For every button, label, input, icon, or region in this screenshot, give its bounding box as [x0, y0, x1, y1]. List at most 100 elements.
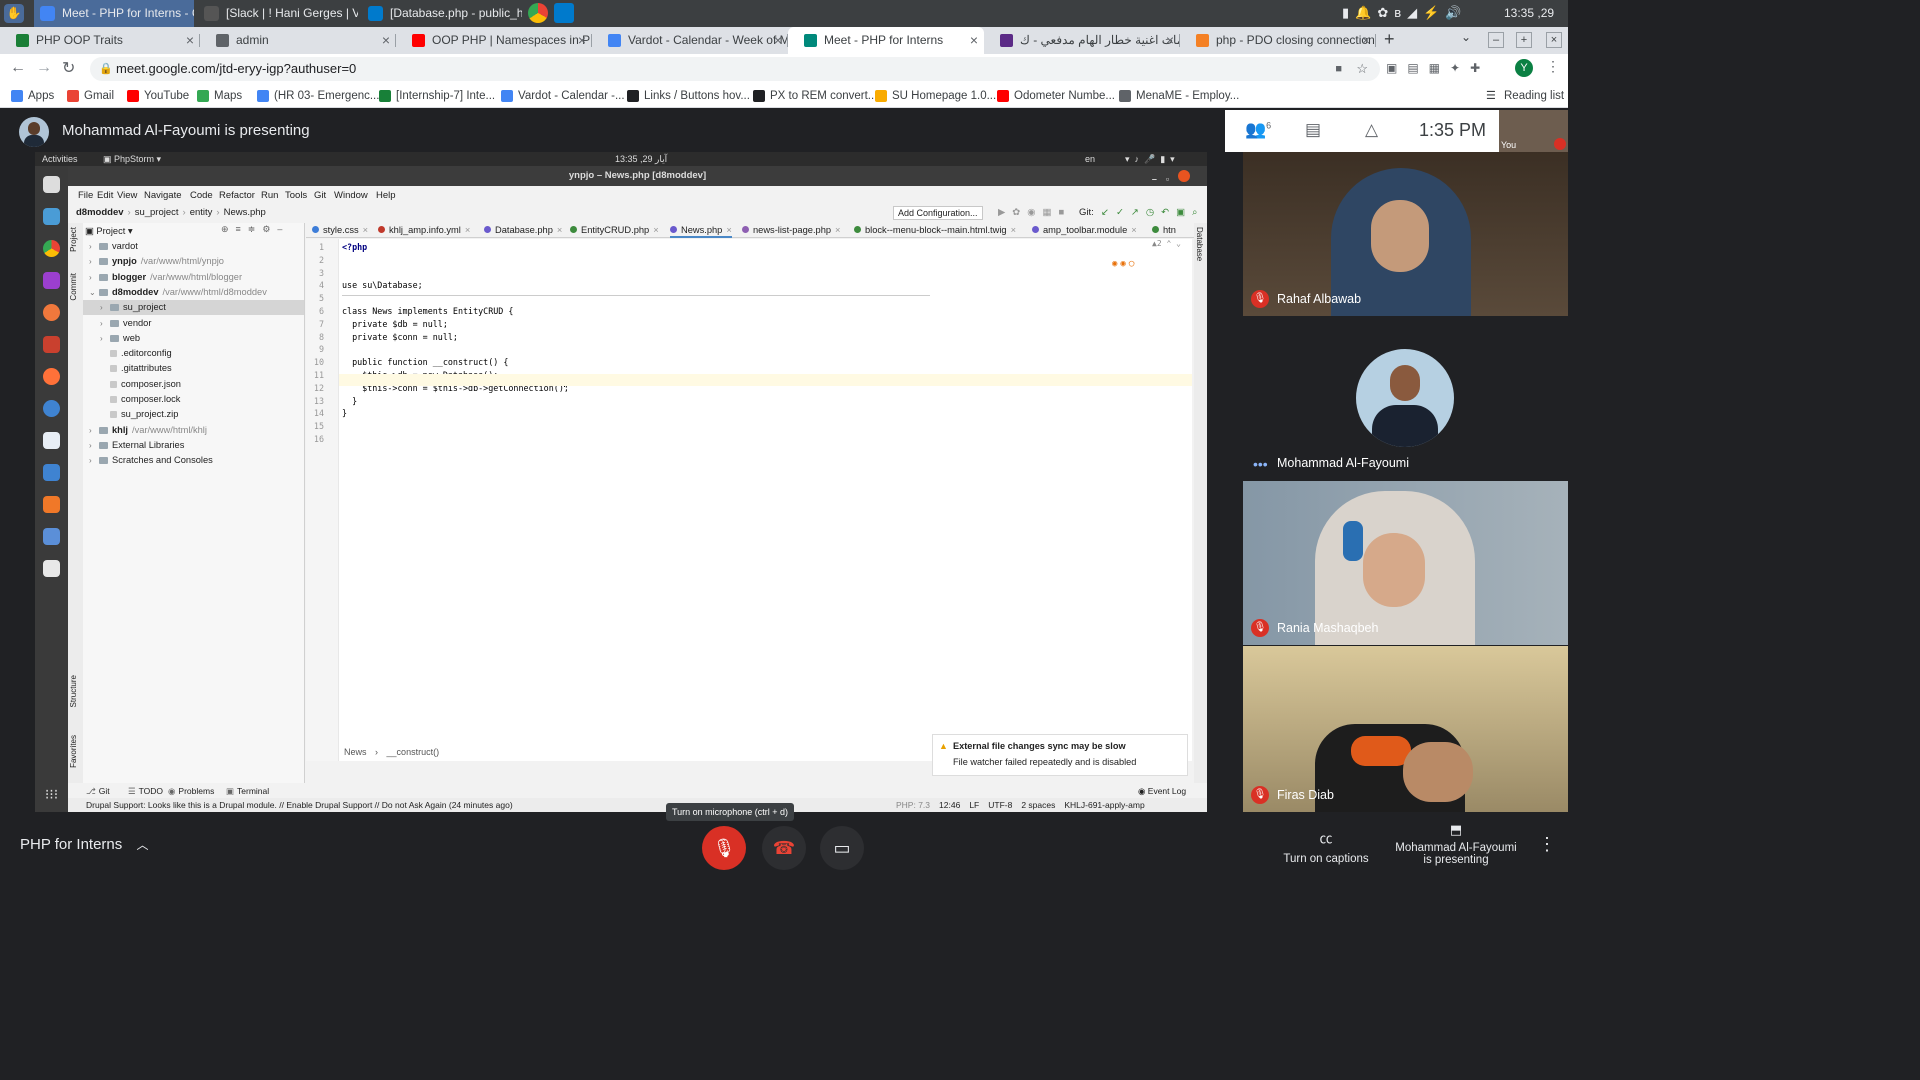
- close-tab-icon[interactable]: ×: [970, 27, 978, 54]
- ide-menu-item[interactable]: View: [117, 188, 137, 204]
- close-editor-tab-icon[interactable]: ×: [1011, 225, 1016, 235]
- browser-tab[interactable]: admin ×: [200, 27, 396, 54]
- favorites-strip-label[interactable]: Favorites: [69, 735, 78, 768]
- inspection-widget[interactable]: ▲2 ⌃ ⌄: [1152, 239, 1181, 248]
- bookmark-item[interactable]: MenaME - Employ...: [1118, 84, 1239, 108]
- project-pane-actions[interactable]: ⊕≡≑⚙–: [221, 224, 289, 235]
- back-icon[interactable]: ←: [10, 59, 26, 77]
- taskbar-item[interactable]: [Slack | ! Hani Gerges | Vard...: [198, 0, 358, 27]
- editor-tab[interactable]: News.php ×: [670, 223, 732, 238]
- expand-chevron-icon[interactable]: ›: [89, 423, 99, 438]
- star-icon[interactable]: ☆: [1356, 57, 1368, 81]
- more-options-icon[interactable]: ⋮: [1538, 834, 1556, 855]
- bookmark-item[interactable]: Odometer Numbe...: [996, 84, 1115, 108]
- captions-button[interactable]: ㏄ Turn on captions: [1276, 828, 1376, 865]
- browser-tab[interactable]: Vardot - Calendar - Week of Ma ×: [592, 27, 788, 54]
- expand-chevron-icon[interactable]: ›: [89, 270, 99, 285]
- expand-chevron-icon[interactable]: ›: [89, 239, 99, 254]
- database-strip-label[interactable]: Database: [1195, 227, 1204, 261]
- close-tab-icon[interactable]: ×: [382, 27, 390, 54]
- ide-menu-item[interactable]: Code: [190, 188, 213, 204]
- status-bar-item[interactable]: PHP: 7.3: [896, 800, 930, 810]
- editor-tab[interactable]: style.css ×: [312, 223, 368, 238]
- close-editor-tab-icon[interactable]: ×: [1131, 225, 1136, 235]
- maximize-button[interactable]: +: [1516, 32, 1532, 48]
- expand-chevron-icon[interactable]: ›: [100, 300, 110, 315]
- bottom-tool-tab[interactable]: ◉ Problems: [168, 784, 214, 798]
- close-editor-tab-icon[interactable]: ×: [557, 225, 562, 235]
- meeting-details[interactable]: PHP for Interns ︿: [20, 836, 148, 853]
- project-tree-item[interactable]: su_project.zip: [83, 407, 304, 422]
- event-log-button[interactable]: ◉ Event Log: [1138, 784, 1186, 798]
- browser-tab[interactable]: كلمات اغنية خطار الهام مدفعي - ك ×: [984, 27, 1180, 54]
- status-bar-item[interactable]: 12:46: [939, 800, 960, 810]
- ide-menu-item[interactable]: Help: [376, 188, 396, 204]
- project-tree-item[interactable]: › ynpjo/var/www/html/ynpjo: [83, 254, 304, 269]
- chat-icon[interactable]: ▤: [1305, 120, 1321, 140]
- bookmark-item[interactable]: Vardot - Calendar -...: [500, 84, 625, 108]
- tab-search-icon[interactable]: ⌄: [1461, 30, 1471, 44]
- expand-chevron-icon[interactable]: ›: [89, 254, 99, 269]
- expand-chevron-icon[interactable]: ›: [89, 438, 99, 453]
- ide-menu-item[interactable]: Tools: [285, 188, 307, 204]
- leave-call-button[interactable]: ☎: [762, 826, 806, 870]
- people-icon[interactable]: 👥6: [1245, 120, 1271, 140]
- minimize-button[interactable]: –: [1488, 32, 1504, 48]
- project-tree-item[interactable]: › su_project: [83, 300, 304, 316]
- extension-icons[interactable]: ▣▤▦✦✚: [1386, 61, 1504, 77]
- bottom-tool-tab[interactable]: ☰ TODO: [128, 784, 163, 798]
- close-tab-icon[interactable]: ×: [578, 27, 586, 54]
- bookmark-item[interactable]: Links / Buttons hov...: [626, 84, 750, 108]
- project-tree-item[interactable]: › vendor: [83, 316, 304, 331]
- close-tab-icon[interactable]: ×: [1166, 27, 1174, 54]
- project-strip-label[interactable]: Project: [69, 227, 78, 252]
- ide-menu-item[interactable]: Edit: [97, 188, 113, 204]
- close-editor-tab-icon[interactable]: ×: [726, 225, 731, 235]
- commit-strip-label[interactable]: Commit: [69, 273, 78, 301]
- project-tree-item[interactable]: composer.json: [83, 377, 304, 392]
- close-tab-icon[interactable]: ×: [774, 27, 782, 54]
- reload-icon[interactable]: ↻: [62, 58, 75, 78]
- status-bar-item[interactable]: LF: [969, 800, 979, 810]
- bookmark-item[interactable]: SU Homepage 1.0...: [874, 84, 996, 108]
- editor-tab[interactable]: Database.php ×: [484, 223, 562, 238]
- ide-menu-item[interactable]: Git: [314, 188, 326, 204]
- bookmark-item[interactable]: [Internship-7] Inte...: [378, 84, 495, 108]
- project-tree-item[interactable]: .gitattributes: [83, 361, 304, 376]
- profile-avatar[interactable]: Y: [1515, 59, 1533, 77]
- editor-tab[interactable]: amp_toolbar.module ×: [1032, 223, 1137, 238]
- ide-menu-item[interactable]: File: [78, 188, 93, 204]
- reading-list[interactable]: ☰ Reading list: [1486, 84, 1564, 108]
- participant-tile-rahaf[interactable]: 🎙 Rahaf Albawab: [1243, 152, 1568, 316]
- bookmark-item[interactable]: Gmail: [66, 84, 114, 108]
- bookmark-item[interactable]: YouTube: [126, 84, 189, 108]
- taskbar-item[interactable]: Meet - PHP for Interns - Goo...: [34, 0, 194, 27]
- project-tree-item[interactable]: .editorconfig: [83, 346, 304, 361]
- bottom-tool-tab[interactable]: ▣ Terminal: [226, 784, 269, 798]
- editor-tab[interactable]: EntityCRUD.php ×: [570, 223, 659, 238]
- status-bar-item[interactable]: KHLJ-691-apply-amp: [1064, 800, 1144, 810]
- close-editor-tab-icon[interactable]: ×: [653, 225, 658, 235]
- ide-menu-item[interactable]: Window: [334, 188, 368, 204]
- chrome-launcher-icon[interactable]: [528, 3, 548, 23]
- browser-preview-icons[interactable]: ◉◉◯: [1112, 259, 1158, 271]
- ide-menu-item[interactable]: Refactor: [219, 188, 255, 204]
- add-configuration-button[interactable]: Add Configuration...: [893, 206, 983, 220]
- editor-tab[interactable]: htn: [1152, 223, 1176, 238]
- breadcrumb-method[interactable]: __construct(): [387, 747, 440, 757]
- close-tab-icon[interactable]: ×: [186, 27, 194, 54]
- project-tree-item[interactable]: › web: [83, 331, 304, 346]
- browser-menu-icon[interactable]: ⋮: [1546, 58, 1560, 75]
- breadcrumb-item[interactable]: News.php: [224, 207, 266, 218]
- taskbar-item[interactable]: [Database.php - public_html ...: [362, 0, 522, 27]
- camera-icon[interactable]: ■: [1335, 57, 1342, 81]
- project-pane-header[interactable]: ▣ Project ▾: [85, 224, 133, 238]
- breadcrumb-class[interactable]: News: [344, 747, 367, 757]
- browser-tab[interactable]: OOP PHP | Namespaces in PHP ×: [396, 27, 592, 54]
- browser-tab[interactable]: Meet - PHP for Interns ×: [788, 27, 984, 54]
- file-watcher-notification[interactable]: ▲ External file changes sync may be slow…: [932, 734, 1188, 776]
- project-tree-item[interactable]: › vardot: [83, 239, 304, 254]
- editor-tab[interactable]: news-list-page.php ×: [742, 223, 840, 238]
- close-tab-icon[interactable]: ×: [1362, 27, 1370, 54]
- status-bar-item[interactable]: 2 spaces: [1021, 800, 1055, 810]
